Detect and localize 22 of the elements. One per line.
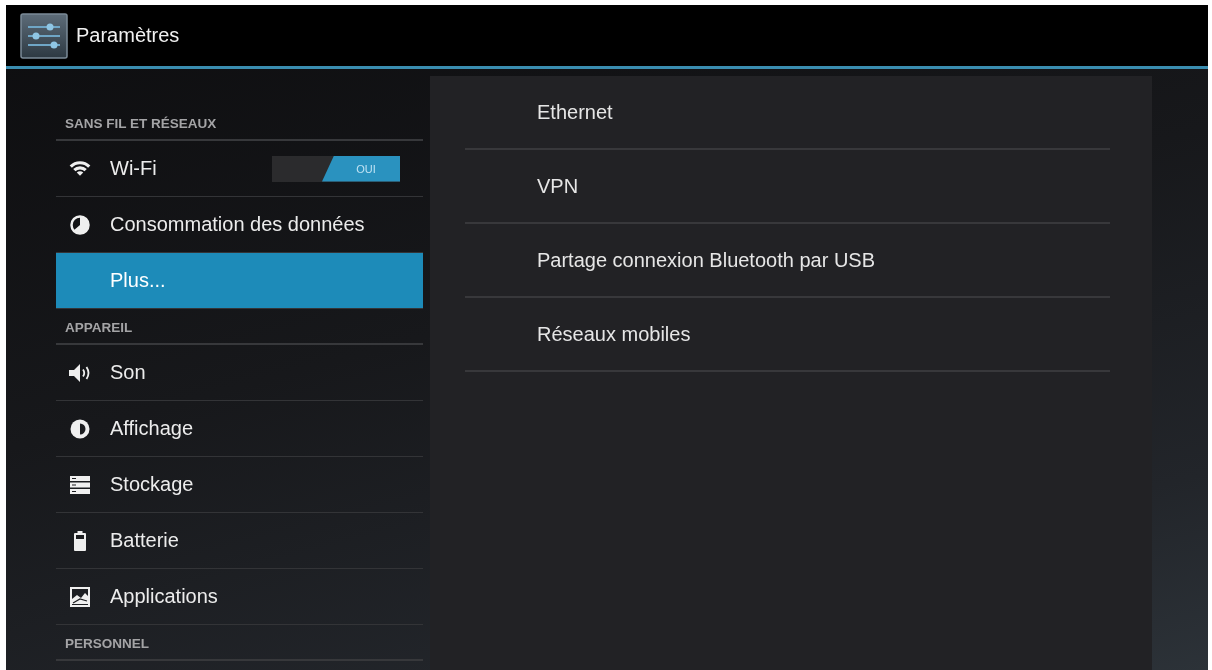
pie-chart-icon (70, 214, 90, 235)
settings-item[interactable]: Batterie (56, 513, 423, 569)
speaker-icon (68, 362, 92, 383)
wifi-icon (69, 161, 91, 176)
section-header: APPAREIL (56, 309, 423, 345)
app-title: Paramètres (76, 24, 180, 47)
section-header: PERSONNEL (56, 625, 423, 661)
settings-item[interactable]: Applications (56, 569, 423, 625)
settings-item[interactable]: Stockage (56, 457, 423, 513)
stacked-drives-icon (70, 475, 90, 494)
sliders-icon[interactable] (20, 12, 68, 59)
settings-item[interactable]: Affichage (56, 401, 423, 457)
picture-icon (70, 586, 90, 607)
settings-item[interactable]: Ethernet (465, 76, 1110, 150)
settings-item[interactable]: VPN (465, 150, 1110, 224)
battery-icon (74, 530, 86, 551)
settings-item[interactable]: Partage connexion Bluetooth par USB (465, 224, 1110, 298)
settings-item[interactable]: Son (56, 345, 423, 401)
settings-item[interactable]: Plus... (56, 253, 423, 309)
section-header: SANS FIL ET RÉSEAUX (56, 105, 423, 141)
settings-item[interactable]: Réseaux mobiles (465, 298, 1110, 372)
brightness-icon (70, 418, 90, 439)
